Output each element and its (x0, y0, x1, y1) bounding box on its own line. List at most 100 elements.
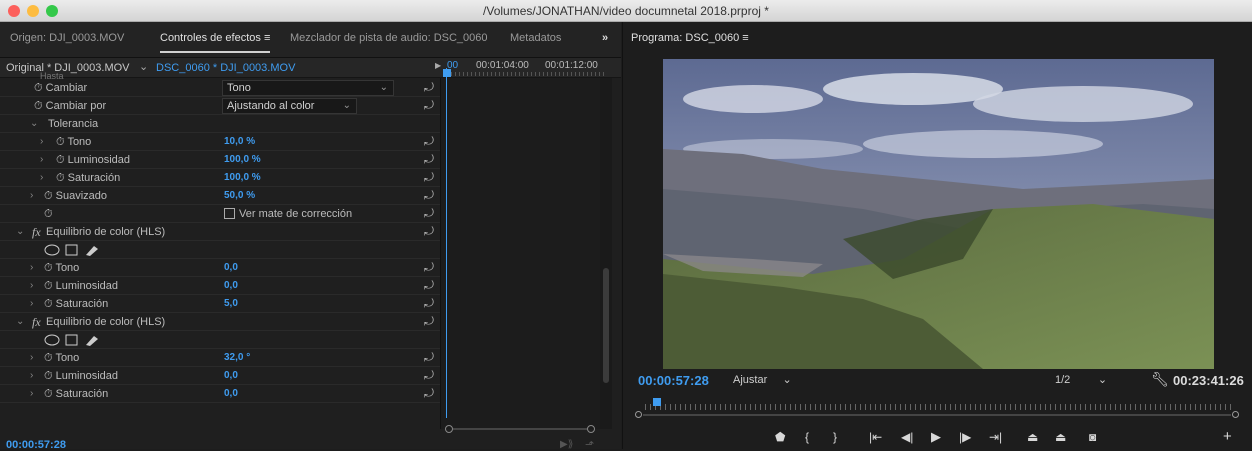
hls2-label: Equilibrio de color (HLS) (46, 316, 166, 328)
chevron-right-icon[interactable]: › (40, 154, 43, 165)
reset-icon[interactable]: ⤾ (424, 170, 434, 185)
effect-timeline-ruler[interactable]: ▶ 00 00:01:04:00 00:01:12:00 (435, 58, 611, 78)
vertical-scrollbar[interactable] (600, 78, 612, 429)
step-forward-icon[interactable]: |▶ (959, 430, 971, 444)
chevron-down-icon[interactable]: ⌄ (16, 316, 24, 327)
step-back-icon[interactable]: ◀| (901, 430, 913, 444)
go-to-in-icon[interactable]: |⇤ (869, 430, 882, 444)
reset-icon[interactable]: ⤾ (424, 206, 434, 221)
chevron-right-icon[interactable]: › (30, 388, 33, 399)
lift-icon[interactable]: ⏏ (1027, 430, 1038, 444)
source-clip-dropdown-icon[interactable]: ⌄ (139, 60, 148, 73)
panel-menu-icon[interactable]: ≡ (264, 32, 270, 44)
reset-icon[interactable]: ⤾ (424, 386, 434, 401)
reset-icon[interactable]: ⤾ (424, 296, 434, 311)
program-zoom-bar[interactable] (643, 414, 1231, 416)
zoom-handle-left[interactable] (635, 411, 642, 418)
reset-icon[interactable]: ⤾ (424, 98, 434, 113)
hls1-lum-label: ⏱ Luminosidad (44, 280, 119, 292)
hls1-sat-value[interactable]: 5,0 (224, 298, 238, 309)
row-tol-lum: › ⏱ Luminosidad 100,0 % ⤾ (0, 151, 440, 169)
add-marker-icon[interactable]: ⬟ (775, 430, 785, 444)
sequence-clip-label[interactable]: DSC_0060 * DJI_0003.MOV (156, 62, 295, 74)
tol-lum-value[interactable]: 100,0 % (224, 154, 261, 165)
export-frame-camera-icon[interactable]: ◙ (1089, 430, 1096, 444)
row-hls1: ⌄ fx Equilibrio de color (HLS) ⤾ (0, 223, 440, 241)
reset-icon[interactable]: ⤾ (424, 134, 434, 149)
hls2-sat-value[interactable]: 0,0 (224, 388, 238, 399)
export-frame-icon[interactable]: ⬏ (585, 438, 594, 451)
extract-icon[interactable]: ⏏ (1055, 430, 1066, 444)
add-button-icon[interactable]: + (1223, 428, 1232, 445)
resolution-dropdown[interactable]: 1/2 ⌄ (1055, 373, 1107, 390)
chevron-right-icon[interactable]: › (40, 136, 43, 147)
program-current-timecode[interactable]: 00:00:57:28 (638, 373, 709, 388)
chevron-right-icon[interactable]: › (30, 352, 33, 363)
transport-controls: ⬟ { } |⇤ ◀| ▶ |▶ ⇥| ⏏ ⏏ ◙ + (623, 427, 1252, 449)
reset-icon[interactable]: ⤾ (424, 224, 434, 239)
rectangle-mask-icon (65, 334, 78, 346)
chevron-right-icon[interactable]: › (30, 262, 33, 273)
program-playhead-marker[interactable] (653, 398, 661, 406)
cambiar-por-dropdown[interactable]: Ajustando al color ⌄ (222, 98, 357, 114)
reset-icon[interactable]: ⤾ (424, 368, 434, 383)
rectangle-mask-icon (65, 244, 78, 256)
go-to-out-icon[interactable]: ⇥| (989, 430, 1002, 444)
hls1-tono-value[interactable]: 0,0 (224, 262, 238, 273)
ver-mate-checkbox[interactable] (224, 208, 235, 219)
chevron-right-icon[interactable]: › (40, 172, 43, 183)
timeline-zoom-scrollbar[interactable] (445, 425, 595, 433)
tab-metadata[interactable]: Metadatos (510, 32, 561, 44)
zoom-handle-right[interactable] (1232, 411, 1239, 418)
cambiar-label: ⏱ Cambiar (34, 82, 88, 94)
zoom-handle-right[interactable] (587, 425, 595, 433)
playhead-marker[interactable] (443, 69, 451, 77)
effect-timeline[interactable]: ▶ 00 00:01:04:00 00:01:12:00 (435, 60, 610, 429)
zoom-bar[interactable] (453, 428, 587, 430)
stopwatch-icon[interactable]: ⏱ (44, 208, 53, 221)
effect-controls-timecode[interactable]: 00:00:57:28 (6, 439, 66, 451)
tol-tono-value[interactable]: 10,0 % (224, 136, 255, 147)
reset-icon[interactable]: ⤾ (424, 80, 434, 95)
cambiar-por-value: Ajustando al color (227, 100, 315, 112)
chevron-down-icon[interactable]: ⌄ (30, 118, 38, 129)
chevron-right-icon[interactable]: › (30, 190, 33, 201)
tol-sat-value[interactable]: 100,0 % (224, 172, 261, 183)
fit-dropdown[interactable]: Ajustar ⌄ (733, 373, 792, 390)
tab-program[interactable]: Programa: DSC_0060 ≡ (631, 32, 749, 44)
tab-source[interactable]: Origen: DJI_0003.MOV (10, 32, 124, 44)
hls2-tono-value[interactable]: 32,0 ° (224, 352, 250, 363)
chevron-right-icon[interactable]: › (30, 370, 33, 381)
panel-tabbar: Origen: DJI_0003.MOV Controles de efecto… (0, 22, 621, 58)
mark-in-icon[interactable]: { (805, 430, 809, 444)
settings-wrench-icon[interactable]: 🔧︎ (1151, 371, 1169, 388)
reset-icon[interactable]: ⤾ (424, 152, 434, 167)
program-time-ruler[interactable] (635, 398, 1239, 418)
mark-out-icon[interactable]: } (833, 430, 837, 444)
zoom-handle-left[interactable] (445, 425, 453, 433)
scrollbar-thumb[interactable] (603, 268, 609, 383)
chevron-down-icon[interactable]: ⌄ (16, 226, 24, 237)
chevron-right-icon[interactable]: › (30, 298, 33, 309)
panel-menu-icon[interactable]: ≡ (742, 32, 748, 44)
hls2-lum-value[interactable]: 0,0 (224, 370, 238, 381)
more-tabs-icon[interactable]: » (602, 32, 608, 44)
cambiar-dropdown[interactable]: Tono ⌄ (222, 80, 394, 96)
reset-icon[interactable]: ⤾ (424, 260, 434, 275)
row-cambiar-por: ⏱ Cambiar por Ajustando al color ⌄ ⤾ (0, 97, 440, 115)
tab-effect-controls[interactable]: Controles de efectos ≡ (160, 32, 271, 53)
playhead-line[interactable] (446, 68, 447, 418)
reset-icon[interactable]: ⤾ (424, 314, 434, 329)
reset-icon[interactable]: ⤾ (424, 278, 434, 293)
pen-mask-icon (86, 336, 98, 346)
hls1-lum-value[interactable]: 0,0 (224, 280, 238, 291)
hls2-tono-label: ⏱ Tono (44, 352, 80, 364)
reset-icon[interactable]: ⤾ (424, 350, 434, 365)
play-icon[interactable]: ▶ (931, 429, 941, 445)
chevron-right-icon[interactable]: › (30, 280, 33, 291)
video-frame[interactable] (663, 59, 1214, 369)
play-audio-icon[interactable]: ▶⟫ (560, 439, 573, 450)
tab-audio-mixer[interactable]: Mezclador de pista de audio: DSC_0060 (290, 32, 488, 44)
reset-icon[interactable]: ⤾ (424, 188, 434, 203)
suavizado-value[interactable]: 50,0 % (224, 190, 255, 201)
